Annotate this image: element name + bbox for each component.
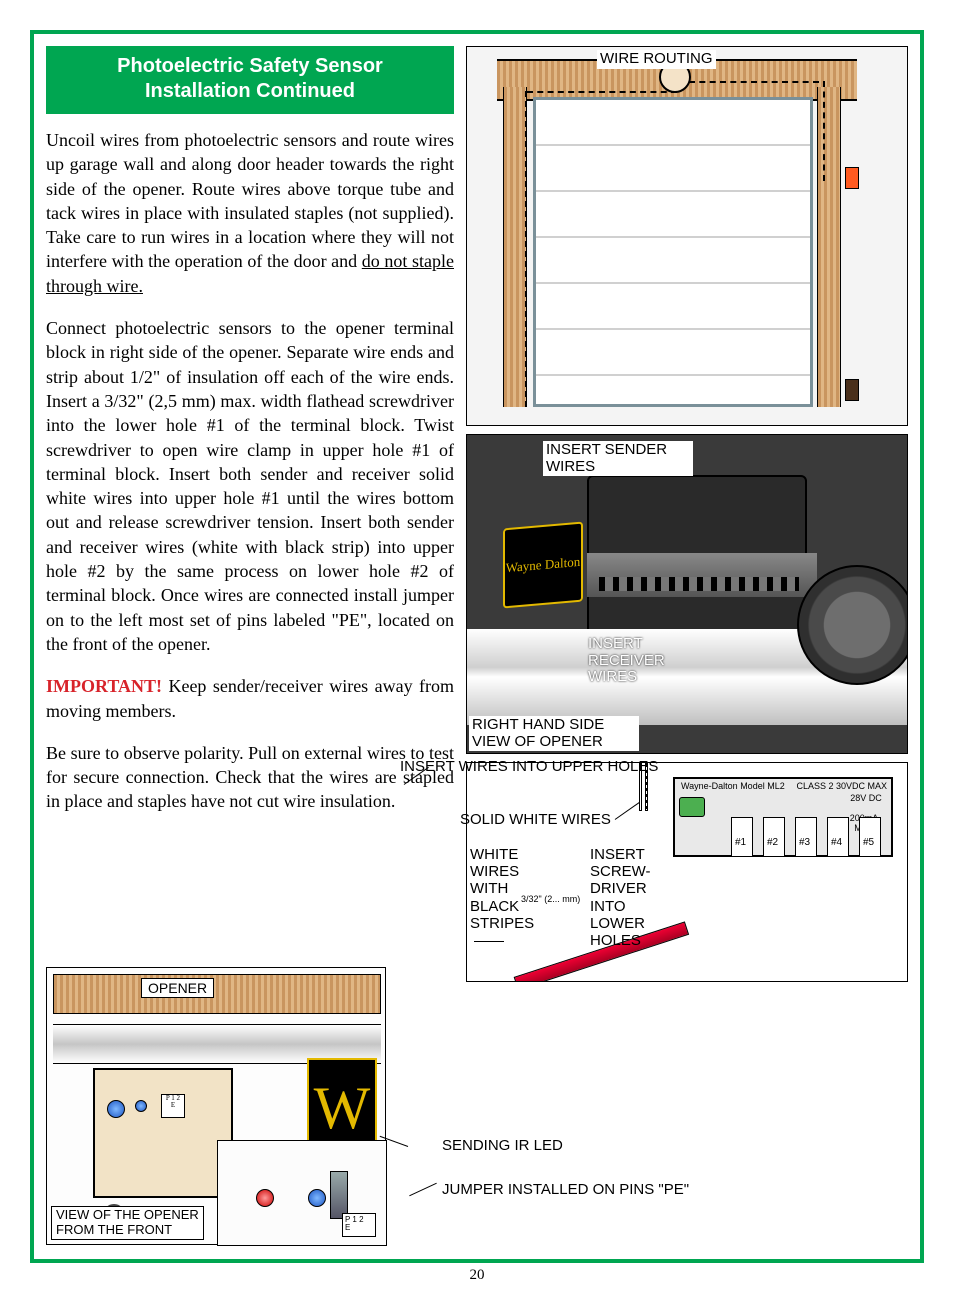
arrow-line-icon [615,802,640,820]
red-led-icon [256,1189,274,1207]
wire-dashed-1 [527,91,677,93]
garage-door [533,97,813,407]
page-frame: Photoelectric Safety Sensor Installation… [30,30,924,1263]
door-post-right [817,87,841,407]
paragraph-1: Uncoil wires from photoelectric sensors … [46,128,454,298]
label-sending-led-text: SENDING IR LED [442,1137,563,1154]
pin-5: #5 [863,837,874,848]
jumper-box-text: P 1 2 E [345,1215,364,1232]
pin-2: #2 [767,837,778,848]
label-jumper-pe-text: JUMPER INSTALLED ON PINS "PE" [442,1181,689,1198]
wire-dashed-right [823,81,825,181]
arrow-line-icon [409,1183,437,1197]
front-view-l2: FROM THE FRONT [56,1222,172,1237]
label-wire-routing: WIRE ROUTING [597,50,716,69]
opener-faceplate: P 1 2 E [93,1068,233,1198]
diagram-opener-side: Wayne Dalton INSERT SENDER WIRES INSERT … [466,434,908,754]
green-connector-icon [679,797,705,817]
paragraph-2: Connect photoelectric sensors to the ope… [46,316,454,656]
sensor-orange-icon [845,167,859,189]
page-number: 20 [30,1267,924,1284]
important-label: IMPORTANT! [46,676,162,696]
front-view-l1: VIEW OF THE OPENER [56,1207,199,1222]
label-opener: OPENER [141,978,214,998]
label-solid-white: SOLID WHITE WIRES [460,811,660,828]
inset-detail: P 1 2 E [217,1140,387,1246]
title-line-1: Photoelectric Safety Sensor [117,55,383,77]
blue-button-icon [107,1100,125,1118]
section-title: Photoelectric Safety Sensor Installation… [46,46,454,114]
label-white-stripes-text: WHITE WIRES WITH BLACK STRIPES [470,846,534,932]
label-solid-white-text: SOLID WHITE WIRES [460,811,611,828]
diagram-opener-front: P 1 2 E W OPENER P 1 2 E VIEW OF THE OPE… [46,967,394,1247]
class-text: CLASS 2 30VDC MAX [796,781,887,791]
arrow-line-icon [474,941,504,942]
brand-text: Wayne Dalton [506,554,580,577]
label-insert-upper: INSERT WIRES INTO UPPER HOLES [400,758,660,793]
volts-text: 28V DC [849,793,883,803]
terminal-block-body: Wayne-Dalton Model ML2 CLASS 2 30VDC MAX… [673,777,893,857]
label-jumper-pe: JUMPER INSTALLED ON PINS "PE" [408,1181,908,1198]
blue-button-small-icon [135,1100,147,1112]
opener-front-frame: P 1 2 E W OPENER P 1 2 E VIEW OF THE OPE… [46,967,386,1245]
shaft-icon [330,1171,348,1219]
left-column: Photoelectric Safety Sensor Installation… [46,46,454,967]
pin-stamp: P 1 2 E [161,1094,185,1118]
paragraph-3: IMPORTANT! Keep sender/receiver wires aw… [46,674,454,723]
label-insert-upper-text: INSERT WIRES INTO UPPER HOLES [400,758,658,775]
wire-dashed-2 [689,81,819,83]
end-washer [797,565,908,685]
model-text: Wayne-Dalton Model ML2 [681,781,785,791]
diagram-wire-routing: WIRE ROUTING [466,46,908,426]
door-post-left [503,87,527,407]
wood-header [53,974,381,1014]
title-line-2: Installation Continued [145,80,355,102]
pin-1: #1 [735,837,746,848]
label-insert-screwdriver: INSERT SCREW-DRIVER INTO LOWER HOLES [590,846,660,950]
body-text: Uncoil wires from photoelectric sensors … [46,128,454,814]
rail-assembly [587,553,817,597]
wire-dashed-left [525,91,527,407]
blue-button-inset-icon [308,1189,326,1207]
jumper-box: P 1 2 E [342,1213,376,1237]
pin-4: #4 [831,837,842,848]
label-insert-receiver: INSERT RECEIVER WIRES [585,635,685,687]
pin-stamp-text: P 1 2 E [166,1094,180,1109]
label-front-view: VIEW OF THE OPENER FROM THE FRONT [51,1206,204,1240]
sensor-brown-icon [845,379,859,401]
brand-plate: Wayne Dalton [503,522,583,609]
label-right-hand-view: RIGHT HAND SIDE VIEW OF OPENER [469,716,639,751]
label-insert-sender: INSERT SENDER WIRES [543,441,693,476]
label-white-stripes: WHITE WIRES WITH BLACK STRIPES [470,846,540,950]
right-column: WIRE ROUTING Wayne Dalton INSERT SENDER … [466,46,908,967]
paragraph-4: Be sure to observe polarity. Pull on ext… [46,741,454,814]
label-stack: INSERT WIRES INTO UPPER HOLES SOLID WHIT… [400,758,660,967]
pin-3: #3 [799,837,810,848]
label-sending-led: SENDING IR LED [408,1137,908,1154]
